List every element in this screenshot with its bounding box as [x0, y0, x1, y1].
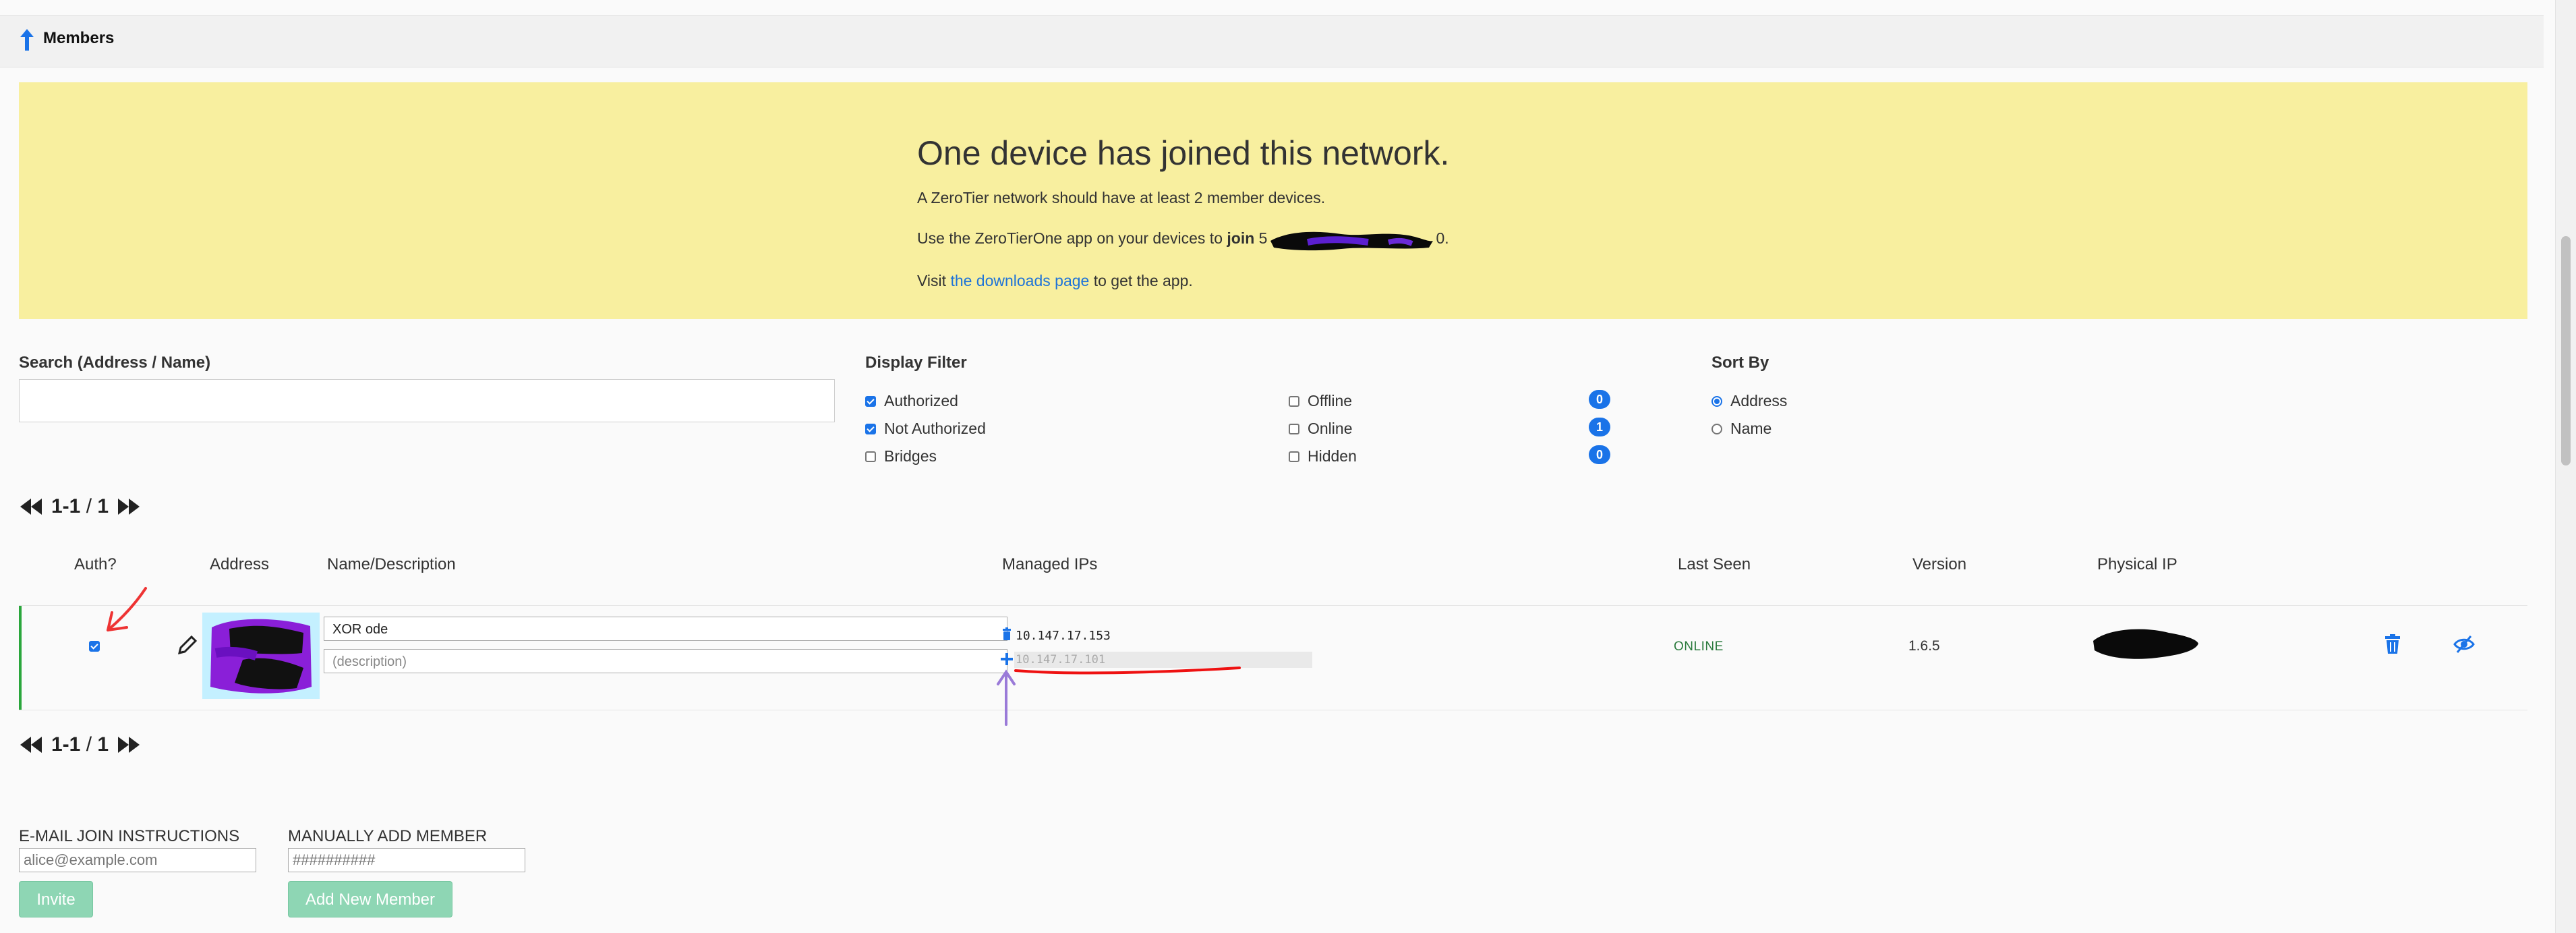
pager-top: 1-1 / 1	[19, 495, 141, 518]
checkbox-not-authorized[interactable]	[865, 423, 876, 434]
search-input[interactable]	[19, 379, 835, 422]
banner-headline: One device has joined this network.	[917, 134, 1450, 172]
scrollbar-thumb[interactable]	[2561, 236, 2571, 465]
redacted-physical-ip	[2093, 629, 2198, 659]
banner-line-join: Use the ZeroTierOne app on your devices …	[917, 226, 1449, 253]
radio-name[interactable]	[1711, 423, 1722, 434]
next-page-icon[interactable]	[117, 497, 141, 517]
checkbox-authorized[interactable]	[865, 395, 876, 407]
invite-button[interactable]: Invite	[19, 881, 93, 917]
page-scrollbar[interactable]	[2555, 0, 2576, 933]
checkbox-offline[interactable]	[1289, 395, 1299, 407]
filter-online[interactable]: Online	[1289, 420, 1352, 438]
annotation-arrow-red	[107, 587, 147, 631]
col-name-description: Name/Description	[327, 555, 456, 573]
email-input[interactable]: alice@example.com	[19, 848, 256, 872]
join-banner: One device has joined this network. A Ze…	[19, 82, 2527, 319]
edit-icon[interactable]	[175, 634, 198, 657]
offline-count-badge: 0	[1589, 390, 1610, 409]
annotation-underline-red	[1014, 667, 1241, 675]
col-auth: Auth?	[74, 555, 117, 573]
sort-address[interactable]: Address	[1711, 392, 1787, 410]
add-ip-icon[interactable]	[999, 652, 1014, 667]
search-label: Search (Address / Name)	[19, 354, 211, 372]
delete-ip-icon[interactable]	[1002, 627, 1012, 641]
checkbox-online[interactable]	[1289, 423, 1299, 434]
online-count-badge: 1	[1589, 418, 1610, 436]
filter-bridges[interactable]: Bridges	[865, 447, 937, 465]
authorize-checkbox[interactable]	[89, 641, 100, 652]
col-version: Version	[1912, 555, 1967, 573]
filter-hidden[interactable]: Hidden	[1289, 447, 1357, 465]
member-version: 1.6.5	[1908, 638, 1940, 654]
banner-line-min-devices: A ZeroTier network should have at least …	[917, 189, 1326, 206]
arrow-up-icon[interactable]	[19, 28, 35, 52]
banner-line-downloads: Visit the downloads page to get the app.	[917, 272, 1193, 289]
previous-page-icon[interactable]	[19, 497, 43, 517]
member-description-input[interactable]: (description)	[324, 649, 1007, 673]
col-address: Address	[210, 555, 270, 573]
members-page: Members One device has joined this netwo…	[0, 0, 2549, 933]
sort-name[interactable]: Name	[1711, 420, 1772, 438]
next-page-icon[interactable]	[117, 735, 141, 755]
checkbox-hidden[interactable]	[1289, 451, 1299, 462]
row-status-accent	[19, 606, 22, 710]
member-name-input[interactable]: XOR ode	[324, 617, 1007, 641]
hidden-count-badge: 0	[1589, 445, 1610, 464]
delete-member-icon[interactable]	[2384, 634, 2401, 654]
add-new-member-button[interactable]: Add New Member	[288, 881, 452, 917]
section-title: Members	[43, 29, 115, 47]
filter-authorized[interactable]: Authorized	[865, 392, 958, 410]
members-header[interactable]: Members	[0, 15, 2544, 67]
redacted-network-id	[1270, 231, 1434, 251]
sort-by-label: Sort By	[1711, 354, 1769, 372]
col-managed-ips: Managed IPs	[1002, 555, 1098, 573]
filter-offline[interactable]: Offline	[1289, 392, 1352, 410]
hide-member-icon[interactable]	[2453, 634, 2475, 654]
downloads-link[interactable]: the downloads page	[950, 272, 1089, 289]
email-join-label: E-MAIL JOIN INSTRUCTIONS	[19, 827, 240, 845]
col-last-seen: Last Seen	[1678, 555, 1751, 573]
member-row: XOR ode (description) 10.147.17.153 10.1…	[19, 587, 2527, 726]
managed-ip-value: 10.147.17.153	[1016, 629, 1111, 643]
member-identicon	[202, 613, 320, 699]
last-seen-status: ONLINE	[1674, 640, 1724, 654]
member-id-input[interactable]: ##########	[288, 848, 525, 872]
manual-add-label: MANUALLY ADD MEMBER	[288, 827, 488, 845]
filter-not-authorized[interactable]: Not Authorized	[865, 420, 986, 438]
display-filter-label: Display Filter	[865, 354, 967, 372]
checkbox-bridges[interactable]	[865, 451, 876, 462]
pager-bottom: 1-1 / 1	[19, 733, 141, 756]
radio-address[interactable]	[1711, 395, 1722, 407]
previous-page-icon[interactable]	[19, 735, 43, 755]
annotation-arrow-purple	[997, 669, 1016, 726]
col-physical-ip: Physical IP	[2097, 555, 2177, 573]
